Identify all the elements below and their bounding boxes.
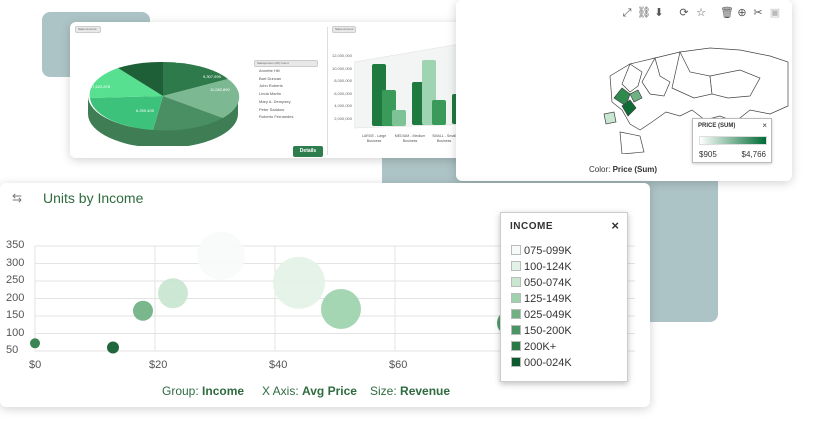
close-icon[interactable]: ×: [611, 218, 619, 233]
bubble-000-024K[interactable]: [107, 341, 119, 354]
footer-group-value: Income: [202, 384, 245, 398]
color-setting: Color: Price (Sum): [589, 165, 657, 174]
bubble-125-149K[interactable]: [321, 289, 361, 329]
pie-legend-item[interactable]: Peter Saddow: [256, 106, 293, 114]
pie-legend-item[interactable]: Annette Hill: [256, 67, 293, 75]
pie-label: 10,723,989: [176, 59, 197, 64]
bubble-025-049K[interactable]: [133, 300, 153, 321]
refresh-icon[interactable]: ⟳: [678, 7, 690, 19]
add-icon[interactable]: ⊕: [736, 7, 748, 19]
bar-category: MEDIUM - Medium Business: [394, 134, 426, 143]
price-min: $905: [699, 150, 717, 159]
color-setting-label: Color:: [589, 165, 611, 174]
income-legend-item[interactable]: 075-099K: [511, 244, 572, 258]
map-region: [619, 131, 645, 154]
map-region-highlight: [603, 111, 617, 125]
income-legend-item[interactable]: 200K+: [511, 340, 556, 354]
footer-size-value: Revenue: [400, 384, 451, 398]
bar-y-tick: 4,000,000: [334, 103, 352, 108]
legend-swatch: [511, 357, 521, 367]
legend-swatch: [511, 261, 521, 271]
bubble-075-099K[interactable]: [197, 231, 245, 280]
link-icon[interactable]: ⛓: [637, 7, 651, 19]
income-legend-item[interactable]: 000-024K: [511, 356, 572, 370]
price-legend: PRICE (SUM) × $905 $4,766: [692, 118, 772, 163]
legend-swatch: [511, 341, 521, 351]
pie-slices: [89, 61, 240, 131]
bar-y-tick: 6,000,000: [334, 90, 352, 96]
pie-label: 6,259,405: [136, 108, 154, 113]
income-legend-label: 125-149K: [524, 293, 572, 305]
bar-y-tick: 12,000,000: [331, 53, 352, 58]
legend-swatch: [511, 325, 521, 335]
expand-icon[interactable]: ⤢: [621, 7, 633, 19]
legend-swatch: [511, 245, 521, 255]
pie-legend-item[interactable]: Bart Duncan: [256, 75, 293, 83]
close-icon[interactable]: ×: [762, 121, 767, 130]
bar-cylinder: [432, 100, 446, 125]
income-legend: INCOME × 075-099K 100-124K 050-074K 125-149…: [500, 212, 628, 382]
pie-legend-item[interactable]: John Roberts: [256, 82, 293, 90]
bar-y-tick: 8,000,000: [334, 78, 352, 83]
income-legend-label: 075-099K: [524, 245, 572, 257]
footer-group-label: Group:: [162, 384, 199, 398]
tools-icon[interactable]: ✂: [752, 7, 764, 19]
pie-legend-item[interactable]: Linda Martin: [256, 90, 293, 98]
footer-size[interactable]: Size: Revenue: [370, 381, 450, 401]
pie-legend-item[interactable]: Roberto Fernandes: [256, 113, 293, 121]
footer-group[interactable]: Group: Income: [162, 381, 244, 401]
star-icon[interactable]: ☆: [695, 7, 707, 19]
footer-x-value: Avg Price: [302, 384, 357, 398]
bubble-100-124K[interactable]: [273, 256, 325, 309]
income-legend-title: INCOME: [510, 221, 553, 232]
download-icon[interactable]: ⬇: [653, 7, 665, 19]
bar-chart-selector[interactable]: Sales Amount: [332, 26, 356, 33]
income-legend-label: 025-049K: [524, 309, 572, 321]
income-legend-label: 050-074K: [524, 277, 572, 289]
price-gradient: [699, 136, 767, 145]
color-setting-value[interactable]: Price (Sum): [613, 165, 657, 174]
legend-selector[interactable]: Salesperson (All) Count: [254, 60, 318, 67]
pie-chart-selector[interactable]: Sales Amount: [75, 26, 101, 33]
income-legend-item[interactable]: 025-049K: [511, 308, 572, 322]
legend-swatch: [511, 277, 521, 287]
legend-swatch: [511, 293, 521, 303]
price-legend-title: PRICE (SUM): [698, 123, 736, 129]
income-legend-label: 200K+: [524, 341, 557, 353]
pie-label: 17,622,878: [90, 84, 111, 89]
details-button[interactable]: Details: [293, 146, 323, 157]
pie-legend: Annette Hill Bart Duncan John Roberts Linda…: [256, 67, 293, 121]
pie-label: 11,082,890: [210, 87, 230, 92]
bar-category: LARGE - Large Business: [361, 134, 387, 143]
legend-swatch: [511, 309, 521, 319]
pie-legend-item[interactable]: Mary A. Dempsey: [256, 98, 293, 106]
save-icon[interactable]: ▣: [769, 7, 781, 19]
footer-x-axis[interactable]: X Axis: Avg Price: [262, 381, 357, 401]
pie-label: 9,307,995: [203, 74, 221, 79]
income-legend-item[interactable]: 125-149K: [511, 292, 572, 306]
income-legend-label: 000-024K: [524, 357, 572, 369]
bar-cylinder: [392, 110, 406, 126]
income-legend-label: 100-124K: [524, 261, 572, 273]
footer-x-label: X Axis:: [262, 384, 299, 398]
bubble-200K+[interactable]: [30, 338, 40, 349]
income-legend-item[interactable]: 050-074K: [511, 276, 572, 290]
income-legend-item[interactable]: 100-124K: [511, 260, 572, 274]
trash-icon[interactable]: 🗑: [720, 7, 734, 19]
map-card: ⤢ ⛓ ⬇ ⟳ ☆ 🗑 ⊕ ✂ ▣ PRICE (SUM) × $905 $4,…: [456, 0, 792, 181]
price-max: $4,766: [741, 150, 766, 159]
bar-y-tick: 2,000,000: [334, 115, 352, 121]
bar-y-tick: 10,000,000: [331, 65, 352, 71]
bubble-050-074K[interactable]: [158, 278, 188, 309]
income-legend-label: 150-200K: [524, 325, 572, 337]
footer-size-label: Size:: [370, 384, 397, 398]
income-legend-item[interactable]: 150-200K: [511, 324, 572, 338]
